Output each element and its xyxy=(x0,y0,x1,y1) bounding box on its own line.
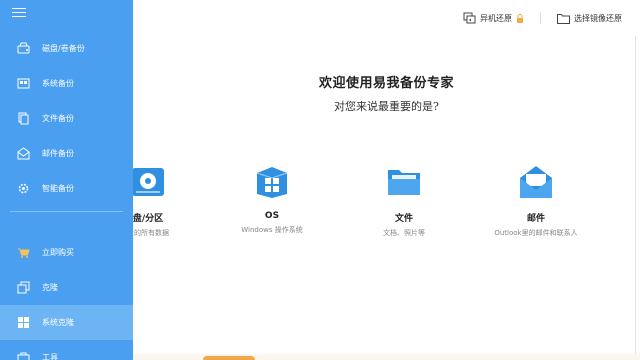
card-subtitle: 文档、照片等 xyxy=(383,229,425,237)
sidebar-item-label: 智能备份 xyxy=(42,184,74,193)
cart-icon xyxy=(16,246,30,260)
restore-label: 异机还原 xyxy=(480,13,512,23)
toolbar-separator xyxy=(540,12,541,24)
sidebar-item-label: 系统备份 xyxy=(42,79,74,88)
mail-envelope-icon xyxy=(520,166,552,198)
sidebar-item-label: 系统克隆 xyxy=(42,318,74,327)
file-icon xyxy=(16,112,30,126)
lock-icon xyxy=(517,13,523,23)
disk-icon xyxy=(16,42,30,56)
tools-icon xyxy=(16,351,30,360)
hamburger-menu-icon[interactable] xyxy=(12,8,26,20)
file-card[interactable]: 文件 文档、照片等 xyxy=(344,164,464,238)
sidebar-item-file-backup[interactable]: 文件备份 xyxy=(0,101,133,136)
card-title: OS xyxy=(264,211,280,221)
welcome-subtitle: 对您来说最重要的是? xyxy=(334,100,439,113)
sidebar-item-clone[interactable]: 克隆 xyxy=(0,270,133,305)
welcome-section: 欢迎使用易我备份专家 对您来说最重要的是? xyxy=(133,72,640,114)
bottom-action-tab[interactable] xyxy=(203,356,255,360)
sidebar-item-label: 邮件备份 xyxy=(42,149,74,158)
card-subtitle: Outlook里的邮件和联系人 xyxy=(494,229,578,237)
welcome-title: 欢迎使用易我备份专家 xyxy=(318,76,454,91)
sidebar-item-mail-backup[interactable]: 邮件备份 xyxy=(0,136,133,171)
top-toolbar: 异机还原 选择镜像还原 xyxy=(133,0,640,36)
restore-icon xyxy=(463,12,476,23)
card-title: 邮件 xyxy=(526,214,545,224)
sidebar-item-system-clone[interactable]: 系统克隆 xyxy=(0,305,133,340)
image-restore-label: 选择镜像还原 xyxy=(574,13,622,23)
sidebar-item-label: 克隆 xyxy=(42,283,58,292)
sidebar-item-buy-now[interactable]: 立即购买 xyxy=(0,235,133,270)
os-card[interactable]: OS Windows 操作系统 xyxy=(212,164,332,235)
sidebar-item-label: 磁盘/卷备份 xyxy=(42,44,85,53)
sidebar-item-system-backup[interactable]: 系统备份 xyxy=(0,66,133,101)
folder-icon xyxy=(557,13,570,24)
sidebar-item-tools[interactable]: 工具 xyxy=(0,340,133,360)
card-subtitle: Windows 操作系统 xyxy=(241,226,303,234)
sidebar-item-label: 文件备份 xyxy=(42,114,74,123)
disk-backup-icon xyxy=(132,168,164,196)
smart-backup-icon xyxy=(16,182,30,196)
sidebar-divider xyxy=(10,211,123,212)
restore-other-button[interactable]: 异机还原 xyxy=(463,12,524,25)
os-box-icon xyxy=(256,167,288,198)
sidebar: 磁盘/卷备份 系统备份 文件备份 邮件备份 智能备份 立即购买 克隆 系统克隆 … xyxy=(0,0,133,360)
sidebar-item-label: 工具 xyxy=(42,353,58,360)
image-restore-button[interactable]: 选择镜像还原 xyxy=(557,13,622,24)
mail-icon xyxy=(16,147,30,161)
sidebar-item-disk-backup[interactable]: 磁盘/卷备份 xyxy=(0,31,133,66)
system-backup-icon xyxy=(16,77,30,91)
card-title: 文件 xyxy=(394,214,413,224)
mail-card[interactable]: 邮件 Outlook里的邮件和联系人 xyxy=(476,164,596,238)
file-folder-icon xyxy=(388,170,420,195)
sidebar-item-label: 立即购买 xyxy=(42,248,74,257)
clone-icon xyxy=(16,281,30,295)
windows-icon xyxy=(16,316,30,330)
sidebar-item-smart-backup[interactable]: 智能备份 xyxy=(0,171,133,206)
